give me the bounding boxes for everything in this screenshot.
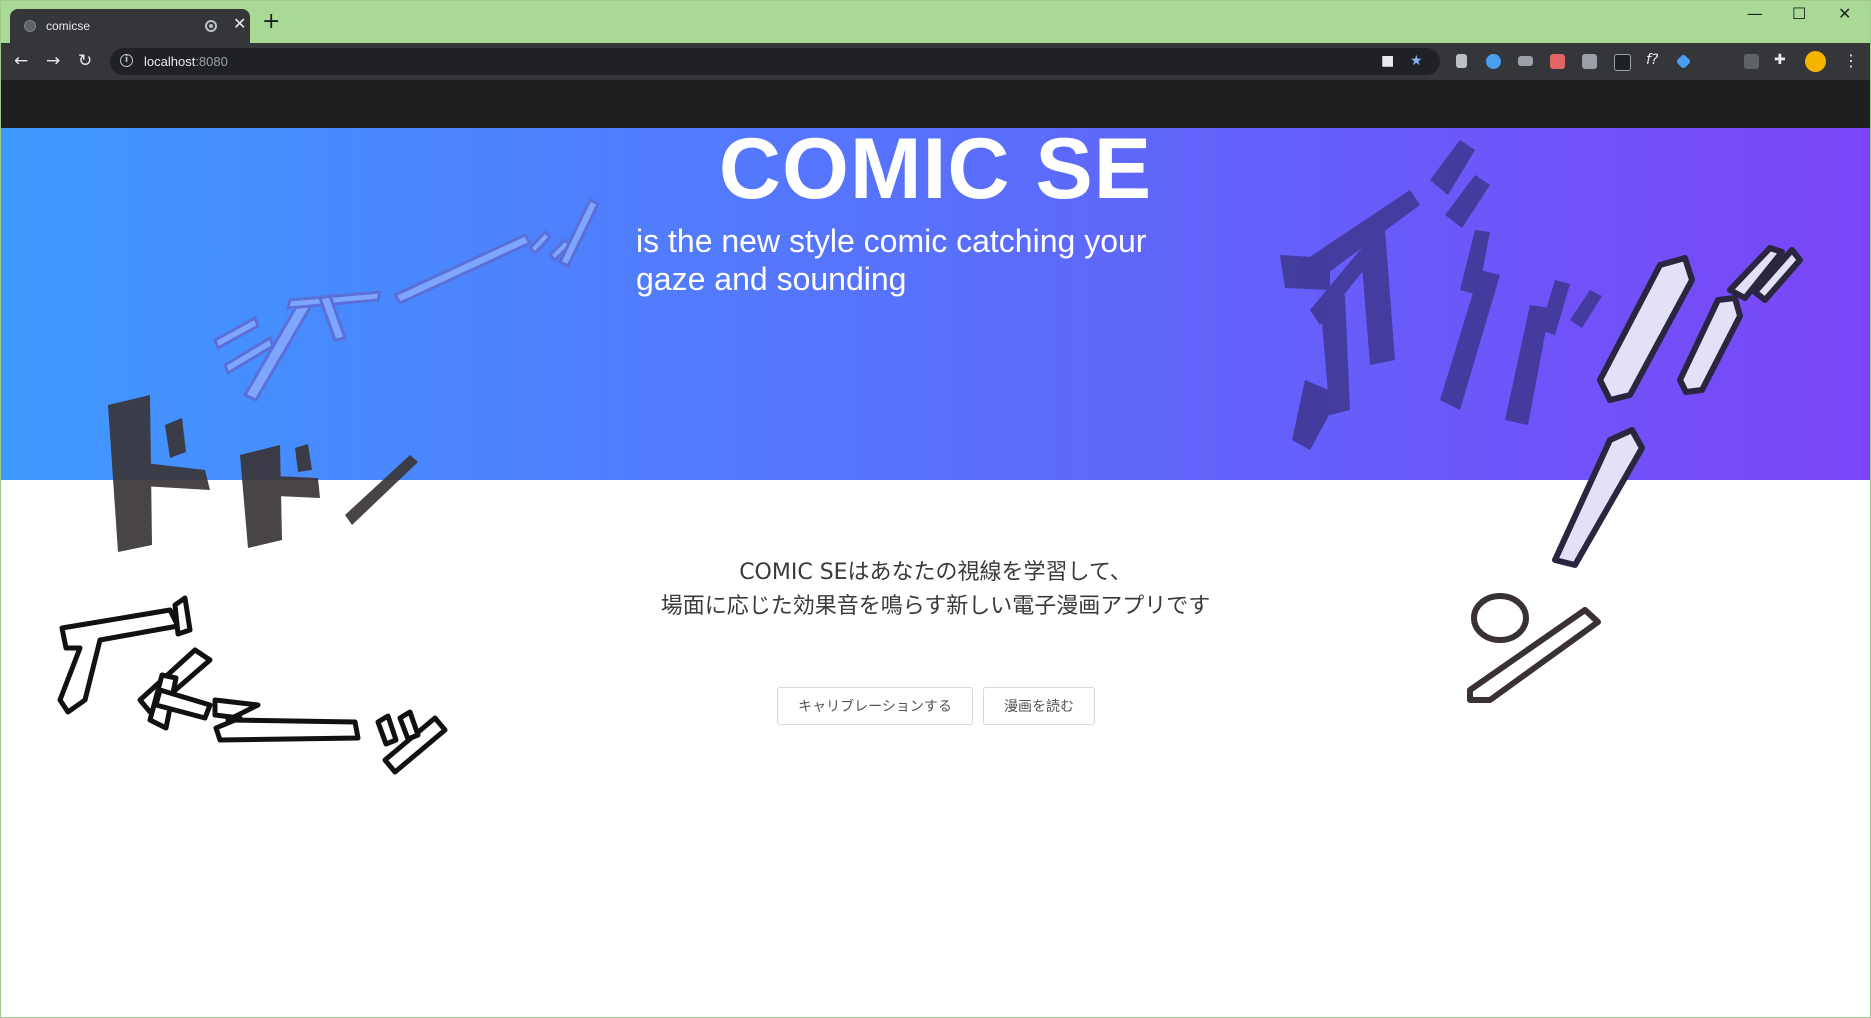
hero-title: COMIC SE (718, 121, 1153, 217)
hero-subtitle: is the new style comic catching your gaz… (636, 223, 1147, 297)
read-comic-button[interactable]: 漫画を読む (983, 687, 1095, 725)
app-description: COMIC SEはあなたの視線を学習して、 場面に応じた効果音を鳴らす新しい電子… (0, 556, 1871, 624)
description-line-2: 場面に応じた効果音を鳴らす新しい電子漫画アプリです (660, 594, 1211, 619)
description-line-1: COMIC SEはあなたの視線を学習して、 (739, 560, 1132, 585)
dodon-sfx-art (108, 395, 418, 552)
calibrate-button[interactable]: キャリブレーションする (777, 687, 973, 725)
shaa-sfx-art (213, 197, 600, 402)
zudoon-sfx-art (57, 595, 448, 775)
